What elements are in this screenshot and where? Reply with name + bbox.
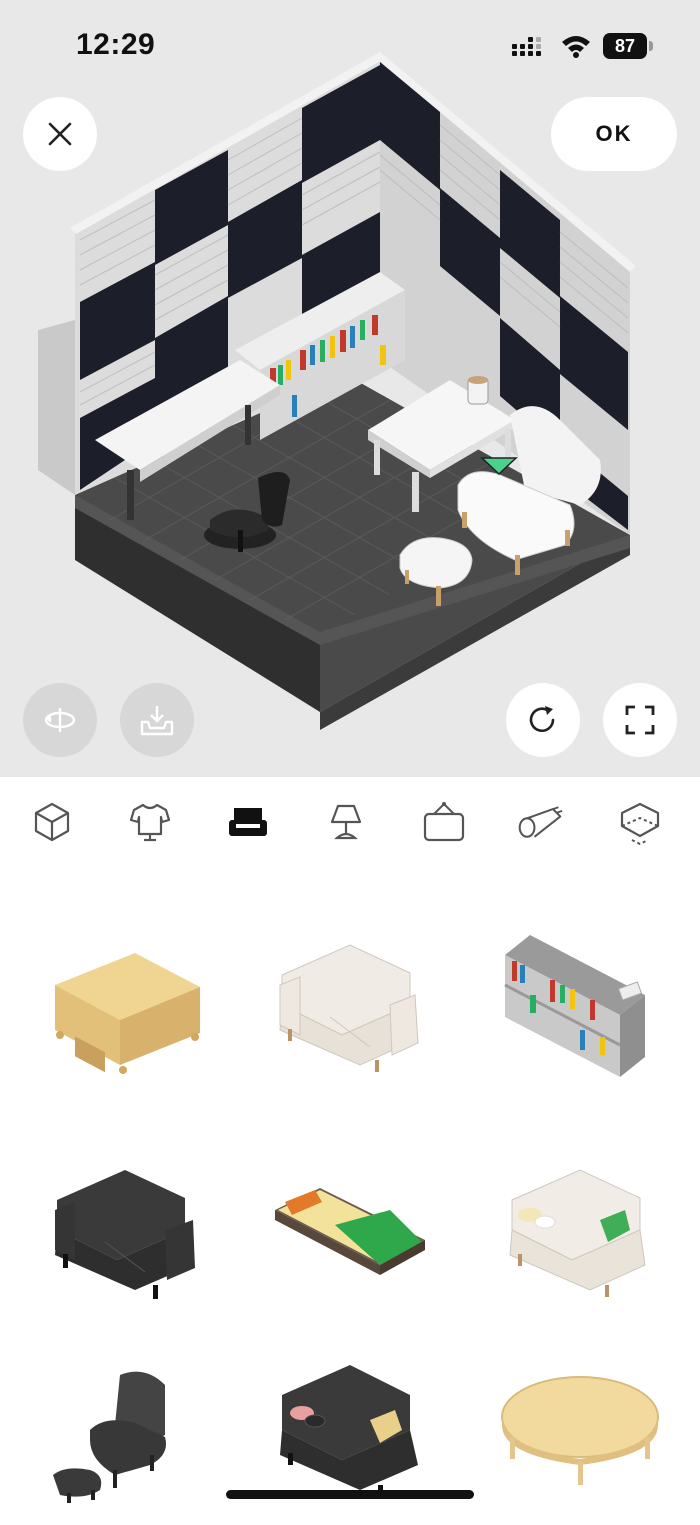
cellular-signal-icon xyxy=(512,37,541,56)
wall-frame-icon[interactable] xyxy=(420,798,468,846)
fullscreen-button[interactable] xyxy=(603,683,677,757)
save-to-tray-button[interactable] xyxy=(120,683,194,757)
close-button[interactable] xyxy=(23,97,97,171)
refresh-icon xyxy=(529,706,555,733)
close-icon xyxy=(48,122,72,146)
lamp-icon[interactable] xyxy=(322,798,370,846)
battery-level: 87 xyxy=(603,33,647,59)
category-tab-bar xyxy=(0,790,700,860)
catalog-item-cream-sofa-cushions[interactable] xyxy=(490,1150,670,1320)
home-indicator xyxy=(226,1490,474,1499)
catalog-item-bookshelf[interactable] xyxy=(490,925,670,1095)
catalog-item-black-sofa-cushions[interactable] xyxy=(260,1355,440,1525)
wifi-icon xyxy=(562,36,590,58)
catalog-item-bed-green-blanket[interactable] xyxy=(260,1150,440,1320)
catalog-item-black-armchair-ottoman[interactable] xyxy=(35,1355,215,1525)
catalog-item-black-sofa[interactable] xyxy=(35,1150,215,1320)
floor-tile-icon[interactable] xyxy=(616,798,664,846)
ok-button[interactable]: OK xyxy=(551,97,677,171)
room-cube-icon[interactable] xyxy=(28,798,76,846)
fullscreen-icon xyxy=(625,705,655,735)
shirt-icon[interactable] xyxy=(126,798,174,846)
battery-tip xyxy=(649,41,653,51)
status-bar: 12:29 87 xyxy=(0,0,700,90)
battery-indicator: 87 xyxy=(603,33,655,59)
reset-button[interactable] xyxy=(506,683,580,757)
catalog-item-oval-wooden-table[interactable] xyxy=(490,1355,670,1525)
sofa-icon[interactable] xyxy=(224,798,272,846)
rotate-view-icon xyxy=(44,708,76,732)
rug-roll-icon[interactable] xyxy=(516,798,564,846)
room-preview-area[interactable]: 12:29 87 OK xyxy=(0,0,700,777)
catalog-item-white-sofa[interactable] xyxy=(260,925,440,1095)
download-tray-icon xyxy=(140,706,174,736)
rotate-view-button[interactable] xyxy=(23,683,97,757)
status-time: 12:29 xyxy=(76,28,156,61)
catalog-item-wooden-tv-stand[interactable] xyxy=(35,925,215,1095)
